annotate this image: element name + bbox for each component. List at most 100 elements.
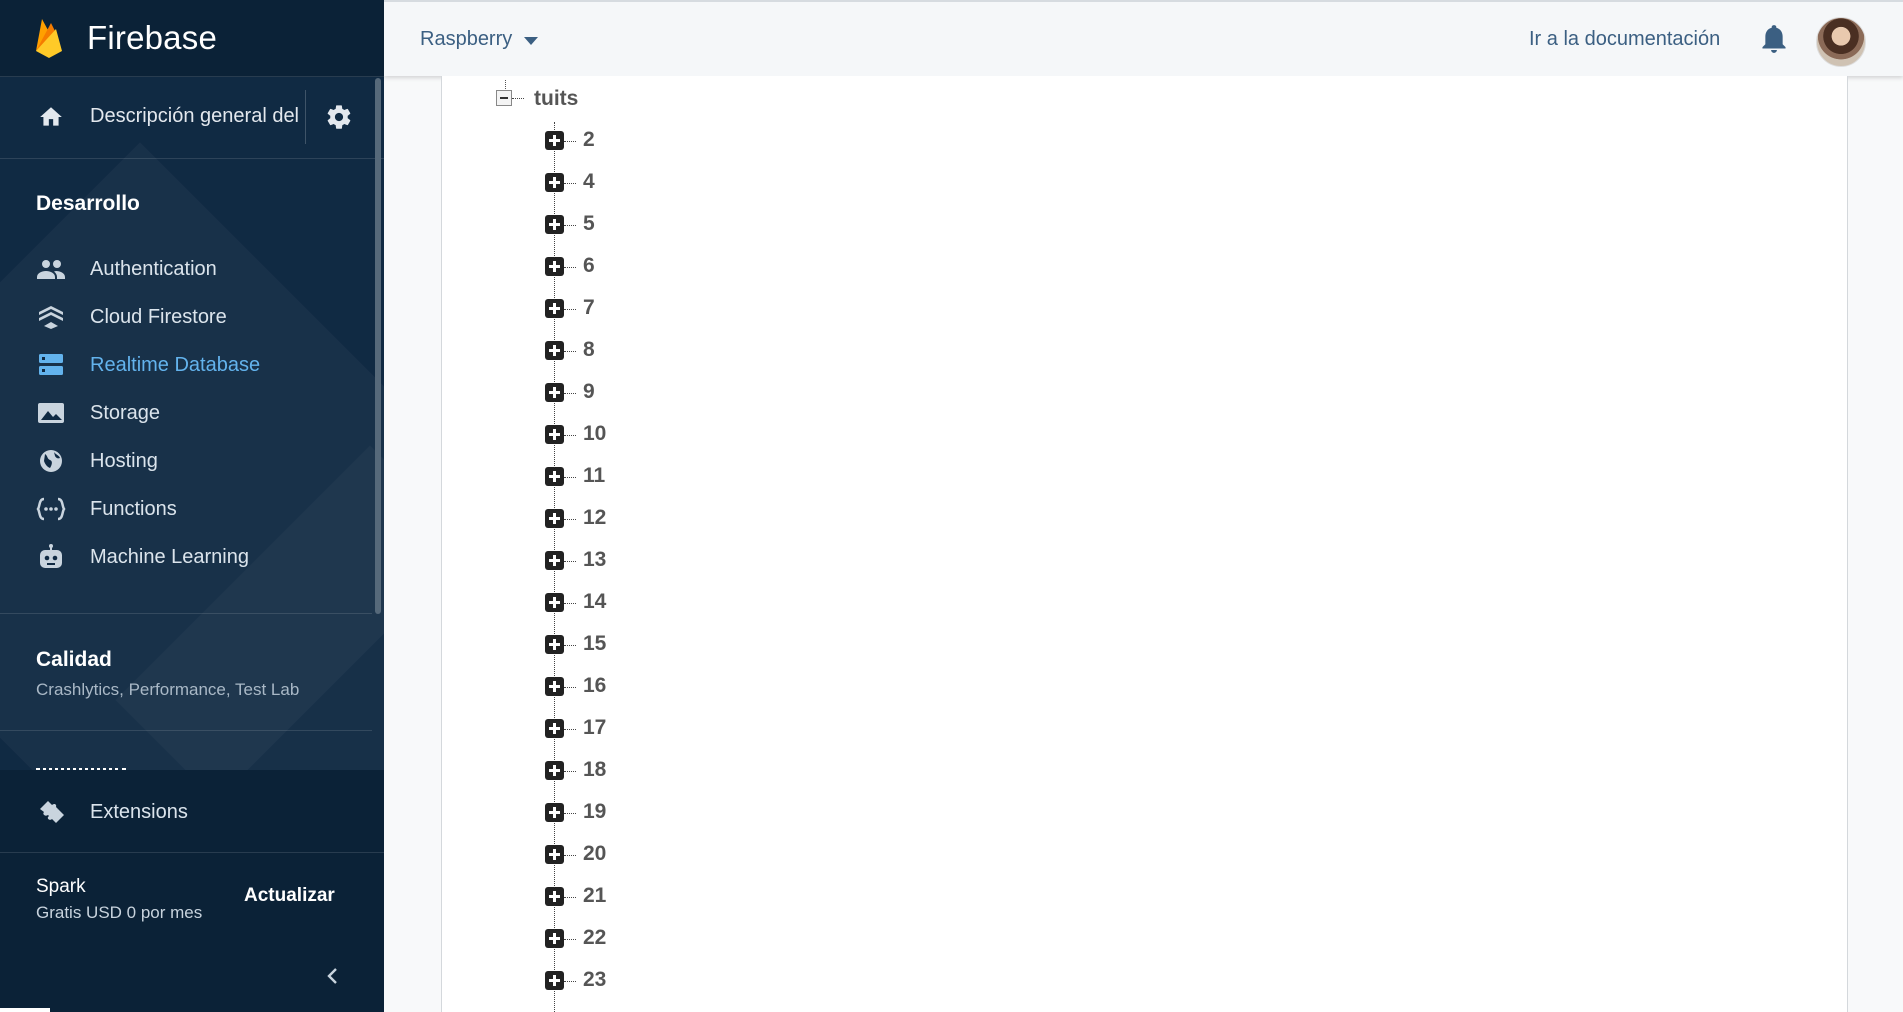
expand-icon[interactable] bbox=[545, 341, 564, 360]
tree-node-label: 21 bbox=[583, 884, 607, 907]
expand-icon[interactable] bbox=[545, 509, 564, 528]
tree-node[interactable]: 6 bbox=[545, 254, 745, 284]
firestore-icon bbox=[39, 306, 63, 329]
tree-connector bbox=[564, 813, 576, 814]
sidebar-item-authentication[interactable]: Authentication bbox=[0, 245, 370, 293]
tree-node-label: 4 bbox=[583, 170, 595, 193]
tree-connector bbox=[564, 183, 576, 184]
tree-node[interactable]: 9 bbox=[545, 380, 745, 410]
tree-node[interactable]: 23 bbox=[545, 968, 745, 998]
tree-node[interactable]: 18 bbox=[545, 758, 745, 788]
tree-connector bbox=[564, 729, 576, 730]
sidebar-item-realtime-database[interactable]: Realtime Database bbox=[0, 341, 370, 389]
tree-node-label: 14 bbox=[583, 590, 607, 613]
sidebar-item-extensions[interactable]: Extensions bbox=[0, 787, 370, 837]
firebase-logo-icon bbox=[36, 19, 62, 58]
sidebar-item-label: Cloud Firestore bbox=[90, 306, 227, 328]
tree-connector bbox=[564, 687, 576, 688]
chevron-down-icon bbox=[524, 36, 539, 45]
tree-node[interactable]: 22 bbox=[545, 926, 745, 956]
robot-icon bbox=[40, 544, 62, 568]
tree-node[interactable]: 13 bbox=[545, 548, 745, 578]
tree-node-label: 12 bbox=[583, 506, 607, 529]
tree-node-label: 8 bbox=[583, 338, 595, 361]
docs-link[interactable]: Ir a la documentación bbox=[1529, 28, 1720, 51]
tree-node[interactable]: 20 bbox=[545, 842, 745, 872]
expand-icon[interactable] bbox=[545, 845, 564, 864]
expand-icon[interactable] bbox=[545, 551, 564, 570]
tree-node[interactable]: 8 bbox=[545, 338, 745, 368]
tree-node[interactable]: 7 bbox=[545, 296, 745, 326]
expand-icon[interactable] bbox=[545, 173, 564, 192]
tree-node[interactable]: 14 bbox=[545, 590, 745, 620]
project-overview[interactable]: Descripción general del proyecto bbox=[0, 76, 384, 159]
expand-icon[interactable] bbox=[545, 131, 564, 150]
project-selector[interactable]: Raspberry bbox=[420, 28, 539, 51]
section-title-desarrollo: Desarrollo bbox=[36, 192, 140, 215]
tree-node-label: 16 bbox=[583, 674, 607, 697]
bell-icon[interactable] bbox=[1760, 24, 1788, 54]
expand-icon[interactable] bbox=[545, 299, 564, 318]
tree-node[interactable]: 17 bbox=[545, 716, 745, 746]
tree-node-label: 15 bbox=[583, 632, 607, 655]
tree-node[interactable]: 2 bbox=[545, 128, 745, 158]
expand-icon[interactable] bbox=[545, 425, 564, 444]
tree-node[interactable]: 19 bbox=[545, 800, 745, 830]
tree-node-root[interactable]: tuits bbox=[496, 86, 696, 116]
tree-node[interactable]: 12 bbox=[545, 506, 745, 536]
section-divider bbox=[0, 730, 372, 731]
tree-connector bbox=[564, 267, 576, 268]
expand-icon[interactable] bbox=[545, 593, 564, 612]
section-subtitle-calidad[interactable]: Crashlytics, Performance, Test Lab bbox=[36, 680, 336, 700]
sidebar-item-storage[interactable]: Storage bbox=[0, 389, 370, 437]
sidebar-item-functions[interactable]: Functions bbox=[0, 485, 370, 533]
expand-icon[interactable] bbox=[545, 971, 564, 990]
expand-icon[interactable] bbox=[545, 383, 564, 402]
tree-connector bbox=[564, 435, 576, 436]
collapse-icon[interactable] bbox=[496, 90, 512, 106]
expand-icon[interactable] bbox=[545, 635, 564, 654]
tree-node[interactable]: 5 bbox=[545, 212, 745, 242]
functions-icon bbox=[36, 497, 66, 521]
upgrade-button[interactable]: Actualizar bbox=[244, 885, 335, 907]
expand-icon[interactable] bbox=[545, 929, 564, 948]
tree-node[interactable]: 15 bbox=[545, 632, 745, 662]
tree-connector bbox=[564, 141, 576, 142]
expand-icon[interactable] bbox=[545, 215, 564, 234]
taskbar-edge bbox=[0, 1008, 50, 1012]
tree-connector bbox=[564, 981, 576, 982]
people-icon bbox=[37, 260, 65, 279]
overview-divider bbox=[305, 90, 306, 144]
sidebar-item-hosting[interactable]: Hosting bbox=[0, 437, 370, 485]
tree-node[interactable]: 4 bbox=[545, 170, 745, 200]
tree-node[interactable]: 16 bbox=[545, 674, 745, 704]
brand-header[interactable]: Firebase bbox=[0, 0, 384, 77]
sidebar-item-machine-learning[interactable]: Machine Learning bbox=[0, 533, 370, 581]
tree-node[interactable]: 10 bbox=[545, 422, 745, 452]
tree-node-label: 13 bbox=[583, 548, 607, 571]
chevron-left-icon[interactable] bbox=[322, 965, 344, 987]
expand-icon[interactable] bbox=[545, 803, 564, 822]
avatar[interactable] bbox=[1816, 17, 1866, 67]
tree-node[interactable]: 21 bbox=[545, 884, 745, 914]
sidebar-item-cloud-firestore[interactable]: Cloud Firestore bbox=[0, 293, 370, 341]
tree-connector bbox=[564, 771, 576, 772]
expand-icon[interactable] bbox=[545, 257, 564, 276]
expand-icon[interactable] bbox=[545, 887, 564, 906]
tree-connector bbox=[564, 897, 576, 898]
tree-node[interactable]: 11 bbox=[545, 464, 745, 494]
expand-icon[interactable] bbox=[545, 467, 564, 486]
sidebar-item-label: Realtime Database bbox=[90, 354, 261, 376]
gear-icon[interactable] bbox=[325, 103, 353, 131]
tree-connector bbox=[564, 645, 576, 646]
expand-icon[interactable] bbox=[545, 677, 564, 696]
tree-node-label: 9 bbox=[583, 380, 595, 403]
expand-icon[interactable] bbox=[545, 761, 564, 780]
globe-icon bbox=[40, 450, 62, 472]
tree-node-label: 22 bbox=[583, 926, 607, 949]
brand-name: Firebase bbox=[87, 19, 217, 56]
expand-icon[interactable] bbox=[545, 719, 564, 738]
section-title-calidad[interactable]: Calidad bbox=[36, 648, 112, 672]
tree-connector bbox=[564, 309, 576, 310]
sidebar-scrollbar[interactable] bbox=[375, 78, 381, 614]
